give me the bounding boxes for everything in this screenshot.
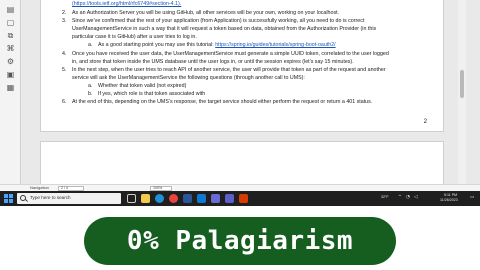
doc-line: UserManagementService in such a way that… (72, 26, 377, 32)
mail-icon[interactable] (197, 194, 206, 203)
scrollbar-thumb[interactable] (460, 70, 464, 98)
doc-line: Whether that token valid (not expired) (98, 83, 187, 89)
weather-label[interactable]: 32°F (381, 195, 389, 200)
doc-line: As an Authorization Server you will be u… (72, 10, 340, 16)
task-view-icon[interactable] (127, 194, 136, 203)
edge-icon[interactable] (155, 194, 164, 203)
document-viewer: ▤ ▢ ⧉ ⌘ ⚙ ▣ ▦ (https://tools.ietf.org/ht… (0, 0, 480, 190)
search-input[interactable]: Type here to search (17, 193, 121, 204)
banner: 0% Palagiarism (84, 217, 396, 265)
list-number: b. (88, 91, 93, 97)
list-number: 6. (62, 99, 67, 105)
volume-icon[interactable]: ◁ (414, 195, 418, 201)
list-number: a. (88, 42, 93, 48)
left-toolbar: ▤ ▢ ⧉ ⌘ ⚙ ▣ ▦ (0, 0, 21, 184)
doc-line: In the next step, when the user tries to… (72, 67, 386, 73)
list-number: 4. (62, 51, 67, 57)
file-icon[interactable]: ▤ (5, 4, 16, 15)
comment-icon[interactable]: ▦ (5, 82, 16, 93)
banner-area: 0% Palagiarism (0, 206, 480, 270)
doc-line: If yes, which role is that token associa… (98, 91, 206, 97)
vertical-scrollbar[interactable] (458, 0, 466, 184)
network-icon[interactable]: ◔ (406, 195, 410, 201)
list-number: a. (88, 83, 93, 89)
store-icon[interactable] (211, 194, 220, 203)
chevron-up-icon[interactable]: ^ (398, 195, 402, 201)
list-number: 5. (62, 67, 67, 73)
layers-icon[interactable]: ▣ (5, 69, 16, 80)
document-page-next (40, 141, 444, 185)
doc-text: As a good starting point you may use thi… (98, 42, 216, 48)
page-number: 2 (423, 119, 427, 125)
banner-text: 0% Palagiarism (126, 226, 354, 256)
clock-date[interactable]: 11/26/2023 (440, 198, 458, 203)
search-placeholder: Type here to search (30, 195, 71, 200)
notification-icon[interactable]: ▭ (470, 195, 474, 201)
doc-line: service will ask the UserManagementServi… (72, 75, 305, 81)
settings-icon[interactable]: ⚙ (5, 56, 16, 67)
doc-line: particular case it is GitHub) after a us… (72, 34, 197, 40)
doc-line[interactable]: (https://tools.ietf.org/html/rfc6749#sec… (72, 1, 181, 7)
app-icon[interactable] (239, 194, 248, 203)
teams-icon[interactable] (225, 194, 234, 203)
doc-line: Since we’ve confirmed that the rest of y… (72, 18, 365, 24)
word-icon[interactable] (183, 194, 192, 203)
document-page: (https://tools.ietf.org/html/rfc6749#sec… (40, 0, 444, 132)
chrome-icon[interactable] (169, 194, 178, 203)
tutorial-link[interactable]: https://spring.io/guides/tutorials/sprin… (215, 42, 335, 48)
list-number: 2. (62, 10, 67, 16)
search-icon (20, 195, 26, 201)
doc-line: At the end of this, depending on the UMS… (72, 99, 373, 105)
doc-line: in, and store that token inside the UMS … (72, 59, 354, 65)
attachment-icon[interactable]: ⌘ (5, 43, 16, 54)
navigation-label[interactable]: Navigation (30, 186, 49, 190)
page-icon[interactable]: ▢ (5, 17, 16, 28)
taskbar: Type here to search 32°F ^ ◔ ◁ 5:11 PM 1… (0, 191, 480, 206)
status-bar: Navigation 2 / 4 100% (0, 184, 480, 191)
file-explorer-icon[interactable] (141, 194, 150, 203)
start-icon[interactable] (4, 194, 13, 203)
doc-line: Once you have received the user data, th… (72, 51, 389, 57)
doc-line: As a good starting point you may use thi… (98, 42, 336, 48)
bookmark-icon[interactable]: ⧉ (5, 30, 16, 41)
list-number: 3. (62, 18, 67, 24)
